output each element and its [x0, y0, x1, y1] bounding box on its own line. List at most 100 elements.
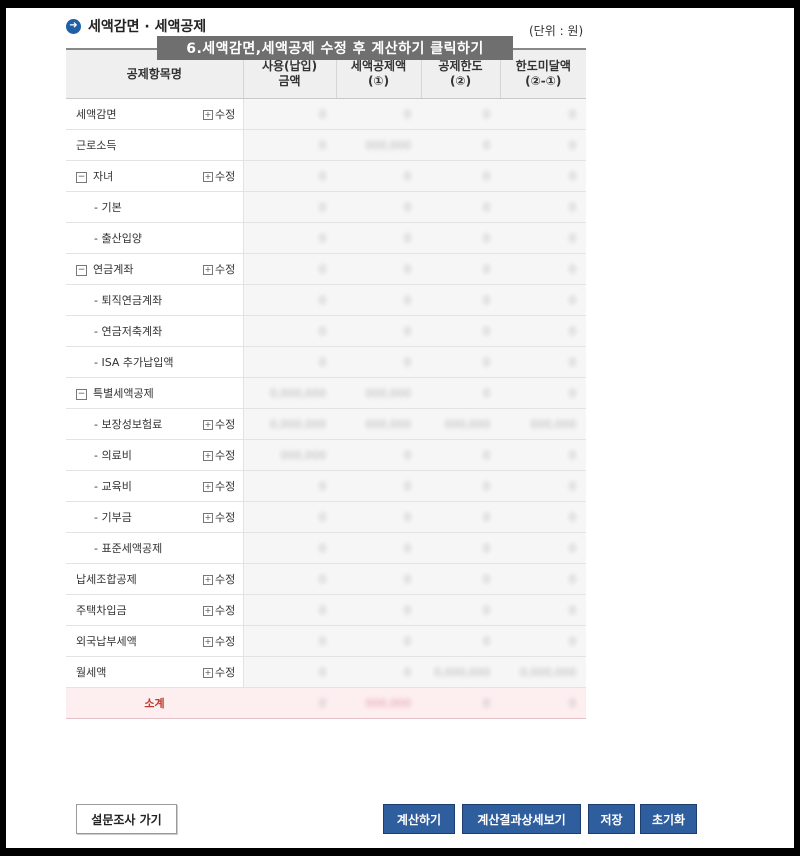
value-text: 0 — [569, 200, 577, 214]
row-label-cell: - 퇴직연금계좌 — [66, 284, 203, 316]
value-text: 0 — [404, 665, 412, 679]
value-cell: 0 — [243, 284, 337, 316]
plus-box-icon: + — [203, 482, 213, 492]
row-label-cell: - 교육비 — [66, 470, 203, 502]
modify-button[interactable]: + 수정 — [203, 449, 235, 462]
value-cell: 0 — [243, 98, 337, 130]
col-header-text: 금액 — [278, 74, 301, 88]
minus-box-icon[interactable]: − — [76, 171, 87, 183]
row-label: - 보장성보험료 — [94, 418, 163, 431]
value-cell: 0 — [243, 563, 337, 595]
value-text: 000,000 — [365, 386, 412, 400]
col-header-text: (①) — [367, 74, 390, 88]
plus-box-icon: + — [203, 513, 213, 523]
modify-button[interactable]: + 수정 — [203, 635, 235, 648]
value-cell: 0 — [500, 315, 587, 347]
row-modify-cell — [203, 346, 244, 378]
row-modify-cell: + 수정 — [203, 98, 244, 130]
value-text: 0 — [569, 541, 577, 555]
row-modify-cell — [203, 315, 244, 347]
save-button[interactable]: 저장 — [588, 804, 635, 834]
modify-button[interactable]: + 수정 — [203, 666, 235, 679]
result-detail-button[interactable]: 계산결과상세보기 — [462, 804, 581, 834]
total-value: 0 — [319, 696, 327, 710]
modify-button[interactable]: + 수정 — [203, 511, 235, 524]
value-text: 000,000 — [280, 448, 327, 462]
modify-button[interactable]: + 수정 — [203, 263, 235, 276]
table-row: - 교육비 + 수정 0 0 0 0 — [66, 470, 587, 502]
value-text: 0 — [483, 107, 491, 121]
value-cell: 0 — [243, 594, 337, 626]
row-label: 주택차입금 — [76, 604, 127, 617]
value-cell: 0 — [421, 222, 501, 254]
value-text: 0 — [569, 634, 577, 648]
modify-button[interactable]: + 수정 — [203, 170, 235, 183]
modify-label: 수정 — [215, 480, 236, 493]
table-row: − 연금계좌 + 수정 0 0 0 0 — [66, 253, 587, 285]
value-text: 0 — [569, 479, 577, 493]
row-label-cell: - 기본 — [66, 191, 203, 223]
value-cell: 000,000 — [336, 408, 422, 440]
value-text: 0 — [319, 510, 327, 524]
value-cell: 0 — [421, 160, 501, 192]
value-text: 0 — [483, 510, 491, 524]
value-cell: 0 — [243, 160, 337, 192]
value-text: 0 — [483, 386, 491, 400]
col-header-text: (②-①) — [525, 74, 562, 88]
modify-label: 수정 — [215, 449, 236, 462]
total-label: 소계 — [66, 687, 244, 719]
plus-box-icon: + — [203, 110, 213, 120]
total-row: 소계 0 000,000 0 0 — [66, 687, 587, 719]
col-header-text: 공제항목명 — [126, 66, 182, 81]
row-label: 월세액 — [76, 666, 107, 679]
reset-button[interactable]: 초기화 — [640, 804, 697, 834]
modify-button[interactable]: + 수정 — [203, 480, 235, 493]
row-modify-cell — [203, 129, 244, 161]
modify-button[interactable]: + 수정 — [203, 604, 235, 617]
modify-button[interactable]: + 수정 — [203, 573, 235, 586]
value-text: 0 — [569, 572, 577, 586]
value-cell: 000,000 — [243, 439, 337, 471]
value-text: 0 — [483, 634, 491, 648]
survey-button[interactable]: 설문조사 가기 — [76, 804, 177, 834]
value-cell: 0,000,000 — [243, 377, 337, 409]
modify-button[interactable]: + 수정 — [203, 418, 235, 431]
row-label-cell: − 특별세액공제 — [66, 377, 203, 409]
value-text: 000,000 — [530, 417, 577, 431]
value-cell: 0 — [421, 284, 501, 316]
row-label: - 기본 — [94, 201, 122, 214]
value-text: 0 — [569, 262, 577, 276]
row-label: - 연금저축계좌 — [94, 325, 163, 338]
unit-label: (단위 : 원) — [529, 24, 584, 38]
value-cell: 0 — [336, 222, 422, 254]
value-cell: 0 — [421, 98, 501, 130]
value-cell: 000,000 — [336, 377, 422, 409]
row-label-cell: - 연금저축계좌 — [66, 315, 203, 347]
row-modify-cell — [203, 377, 244, 409]
value-cell: 0 — [500, 501, 587, 533]
value-text: 0 — [404, 169, 412, 183]
modify-label: 수정 — [215, 635, 236, 648]
value-text: 0 — [319, 355, 327, 369]
plus-box-icon: + — [203, 420, 213, 430]
minus-box-icon[interactable]: − — [76, 264, 87, 276]
minus-box-icon[interactable]: − — [76, 388, 87, 400]
row-label: 외국납부세액 — [76, 635, 137, 648]
value-text: 0 — [569, 448, 577, 462]
col-header-text: 세액공제액 — [350, 59, 407, 73]
value-cell: 0 — [421, 315, 501, 347]
value-cell: 0 — [421, 377, 501, 409]
value-cell: 0 — [336, 470, 422, 502]
value-cell: 0 — [421, 594, 501, 626]
col-header-text: (②) — [449, 74, 472, 88]
value-text: 0 — [404, 355, 412, 369]
row-label-cell: 근로소득 — [66, 129, 203, 161]
modify-button[interactable]: + 수정 — [203, 108, 235, 121]
value-text: 0 — [404, 324, 412, 338]
value-text: 0 — [319, 293, 327, 307]
calculate-button[interactable]: 계산하기 — [383, 804, 455, 834]
table-row: - 보장성보험료 + 수정 0,000,000 000,000 000,000 000,00… — [66, 408, 587, 440]
value-text: 0 — [319, 572, 327, 586]
value-text: 0 — [569, 169, 577, 183]
value-cell: 0 — [500, 98, 587, 130]
